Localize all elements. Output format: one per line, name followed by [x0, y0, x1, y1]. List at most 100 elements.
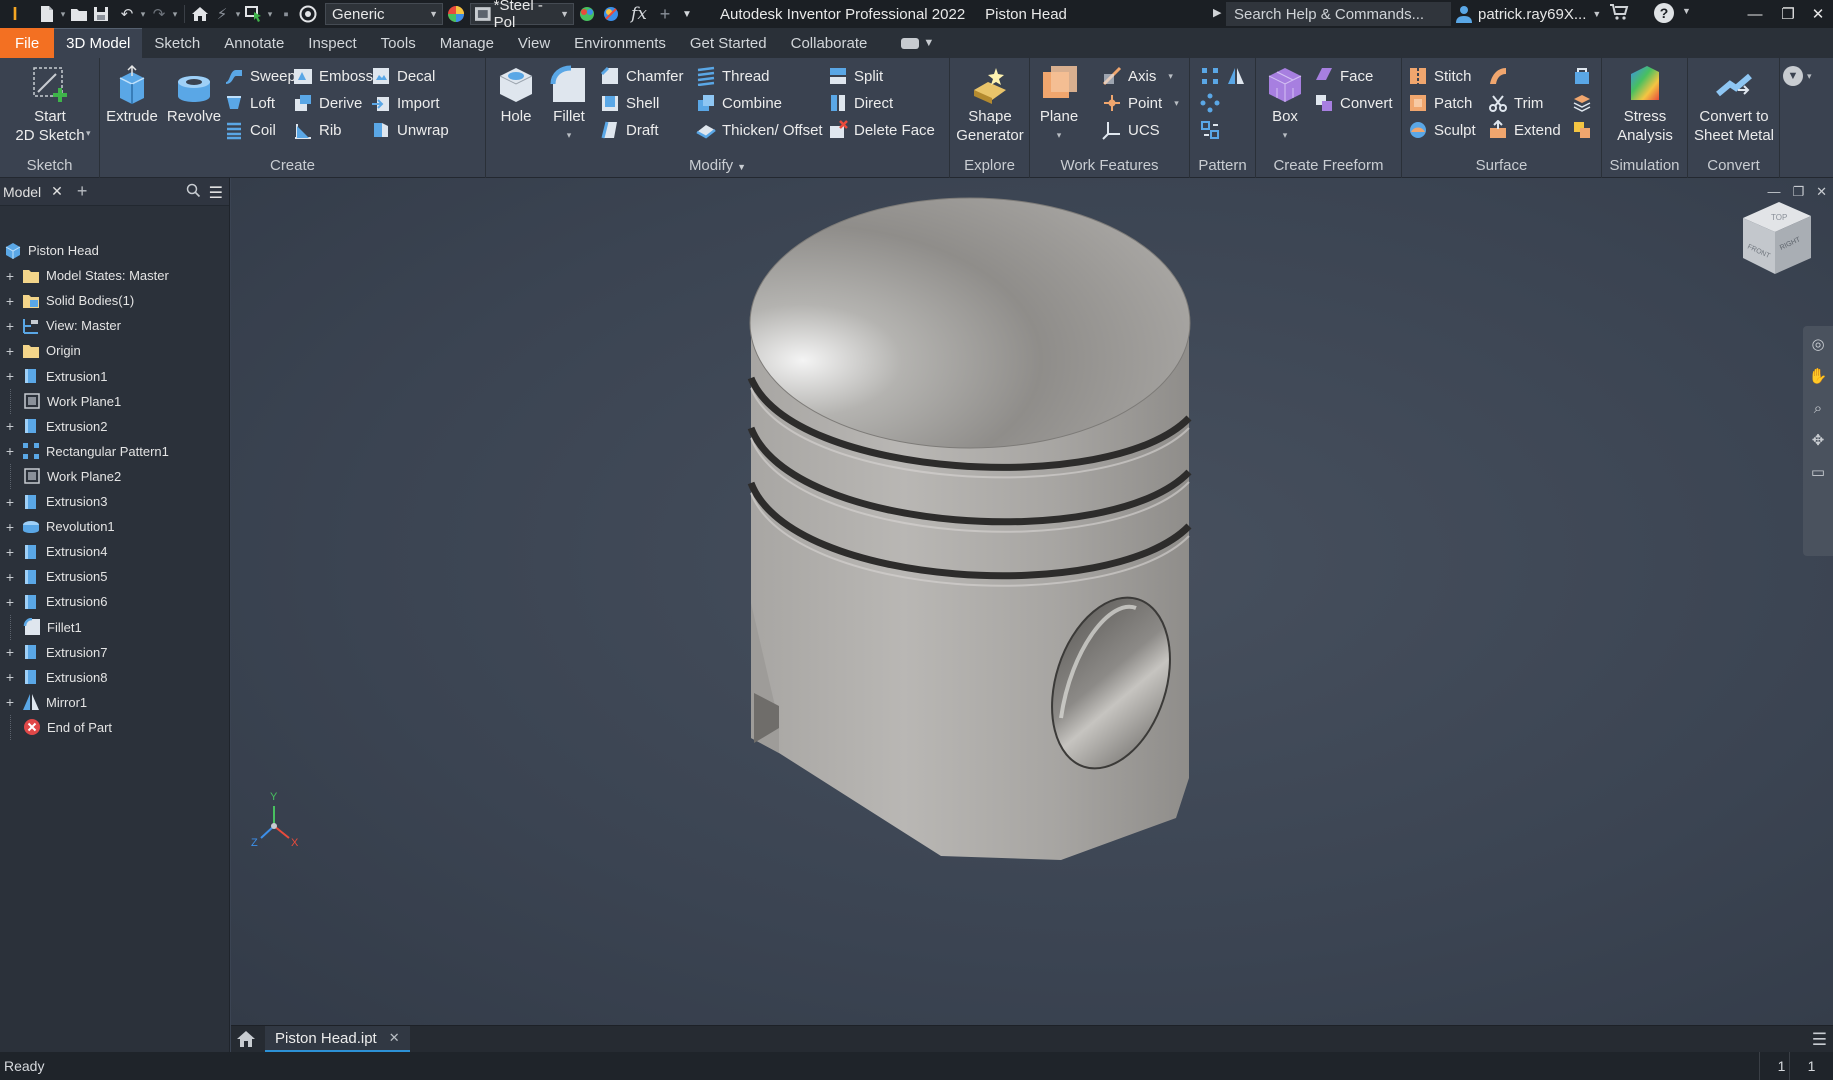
tree-item[interactable]: + Mirror1 [0, 690, 87, 715]
close-icon[interactable]: ✕ [51, 183, 63, 200]
tree-item[interactable]: + Extrusion3 [0, 489, 108, 514]
close-icon[interactable]: ✕ [389, 1030, 400, 1046]
box-button[interactable]: Box ▾ [1262, 64, 1308, 145]
orbit-icon[interactable]: ✥ [1808, 430, 1828, 450]
convert-freeform-button[interactable]: Convert [1314, 91, 1393, 115]
search-icon[interactable] [186, 183, 201, 201]
search-help-input[interactable]: Search Help & Commands... [1226, 2, 1451, 26]
sweep-button[interactable]: Sweep [224, 64, 296, 88]
expand-icon[interactable]: + [4, 268, 16, 284]
copy-object-button[interactable] [1572, 118, 1592, 142]
plus-icon[interactable]: + [654, 3, 676, 25]
tab-inspect[interactable]: Inspect [296, 28, 368, 58]
revolve-button[interactable]: Revolve [162, 64, 226, 126]
tree-item[interactable]: + View: Master [0, 313, 121, 338]
direct-button[interactable]: Direct [828, 91, 893, 115]
tree-item[interactable]: + Revolution1 [0, 514, 115, 539]
tab-environments[interactable]: Environments [562, 28, 678, 58]
stress-analysis-button[interactable]: Stress Analysis [1604, 64, 1686, 145]
customize-dropdown-icon[interactable]: ▼ [676, 3, 698, 25]
expand-icon[interactable]: + [4, 669, 16, 685]
tab-annotate[interactable]: Annotate [212, 28, 296, 58]
undo-icon[interactable]: ↶ [116, 3, 138, 25]
stitch-button[interactable]: Stitch [1408, 64, 1472, 88]
expand-icon[interactable]: + [4, 368, 16, 384]
pan-icon[interactable]: ✋ [1808, 366, 1828, 386]
ribbon-options-dropdown[interactable]: ▼ ▾ [1783, 66, 1812, 86]
fit-mesh-face-button[interactable] [1572, 91, 1592, 115]
tree-item[interactable]: + Extrusion4 [0, 539, 108, 564]
delete-face-button[interactable]: Delete Face [828, 118, 935, 142]
chevron-right-icon[interactable]: ▶ [1213, 6, 1221, 19]
sketch-driven-pattern-button[interactable] [1200, 118, 1220, 142]
thread-button[interactable]: Thread [696, 64, 770, 88]
tab-view[interactable]: View [506, 28, 562, 58]
adjust-appearance-icon[interactable] [576, 3, 598, 25]
appearance-icon[interactable] [297, 3, 319, 25]
tab-collaborate[interactable]: Collaborate [779, 28, 880, 58]
tree-item[interactable]: + Extrusion8 [0, 665, 108, 690]
undo-dropdown-icon[interactable]: ▾ [138, 9, 148, 20]
thicken-offset-button[interactable]: Thicken/ Offset [696, 118, 823, 142]
zoom-icon[interactable]: ⌕ [1808, 398, 1828, 418]
axis-button[interactable]: Axis ▾ [1102, 64, 1173, 88]
doc-tab-piston-head[interactable]: Piston Head.ipt ✕ [265, 1026, 410, 1053]
tree-item[interactable]: Piston Head [0, 238, 99, 263]
inventor-logo-icon[interactable]: I [4, 3, 26, 25]
group-label-modify[interactable]: Modify ▼ [486, 157, 949, 174]
unwrap-button[interactable]: Unwrap [371, 118, 449, 142]
new-dropdown-icon[interactable]: ▾ [58, 9, 68, 20]
expand-icon[interactable]: + [4, 293, 16, 309]
derive-button[interactable]: Derive [293, 91, 362, 115]
extend-button[interactable]: Extend [1488, 118, 1561, 142]
chevron-down-icon[interactable]: ▾ [86, 128, 91, 139]
tree-item[interactable]: + Rectangular Pattern1 [0, 439, 169, 464]
menu-icon[interactable]: ☰ [209, 183, 223, 203]
tree-item[interactable]: + Extrusion2 [0, 414, 108, 439]
menu-icon[interactable]: ☰ [1812, 1030, 1827, 1050]
update-icon[interactable]: ⚡ [211, 3, 233, 25]
expand-icon[interactable]: + [4, 644, 16, 660]
split-button[interactable]: Split [828, 64, 883, 88]
tab-3d-model[interactable]: 3D Model [54, 28, 143, 58]
fx-parameters-icon[interactable]: fx [626, 3, 652, 25]
material-dropdown[interactable]: *Steel - Pol ▼ [470, 0, 574, 31]
user-account[interactable]: patrick.ray69X... ▼ [1456, 2, 1601, 26]
cart-icon[interactable] [1609, 3, 1629, 25]
tab-file[interactable]: File [0, 28, 55, 58]
fillet-button[interactable]: Fillet ▾ [544, 64, 594, 145]
expand-icon[interactable]: + [4, 544, 16, 560]
tree-item[interactable]: Fillet1 [0, 614, 82, 640]
expand-icon[interactable]: + [4, 343, 16, 359]
clear-appearance-icon[interactable] [600, 3, 622, 25]
hole-button[interactable]: Hole [490, 64, 542, 126]
tab-manage[interactable]: Manage [428, 28, 506, 58]
tab-get-started[interactable]: Get Started [678, 28, 779, 58]
face-button[interactable]: Face [1314, 64, 1373, 88]
expand-icon[interactable]: + [4, 318, 16, 334]
material-style-dropdown[interactable]: Generic ▼ [325, 3, 443, 25]
expand-icon[interactable]: + [4, 494, 16, 510]
color-wheel-icon[interactable] [445, 3, 467, 25]
look-at-icon[interactable]: ▭ [1808, 462, 1828, 482]
trim-button[interactable]: Trim [1488, 91, 1543, 115]
rib-button[interactable]: Rib [293, 118, 342, 142]
piston-head-model[interactable] [747, 197, 1192, 860]
shell-button[interactable]: Shell [600, 91, 659, 115]
tree-item[interactable]: + Extrusion7 [0, 640, 108, 665]
tree-item[interactable]: + Extrusion5 [0, 564, 108, 589]
home-icon[interactable] [235, 1029, 257, 1049]
expand-icon[interactable]: + [4, 694, 16, 710]
help-dropdown-icon[interactable]: ▼ [1682, 6, 1691, 16]
select-icon[interactable] [243, 3, 265, 25]
viewcube[interactable]: TOP FRONT RIGHT [1743, 202, 1811, 274]
expand-icon[interactable]: + [4, 443, 16, 459]
expand-icon[interactable]: + [4, 418, 16, 434]
chamfer-button[interactable]: Chamfer [600, 64, 684, 88]
repair-bodies-button[interactable] [1572, 64, 1592, 88]
redo-dropdown-icon[interactable]: ▾ [170, 9, 180, 20]
circular-pattern-button[interactable] [1200, 91, 1220, 115]
point-button[interactable]: Point ▾ [1102, 91, 1179, 115]
redo-icon[interactable]: ↷ [148, 3, 170, 25]
help-icon[interactable]: ? [1654, 3, 1674, 23]
